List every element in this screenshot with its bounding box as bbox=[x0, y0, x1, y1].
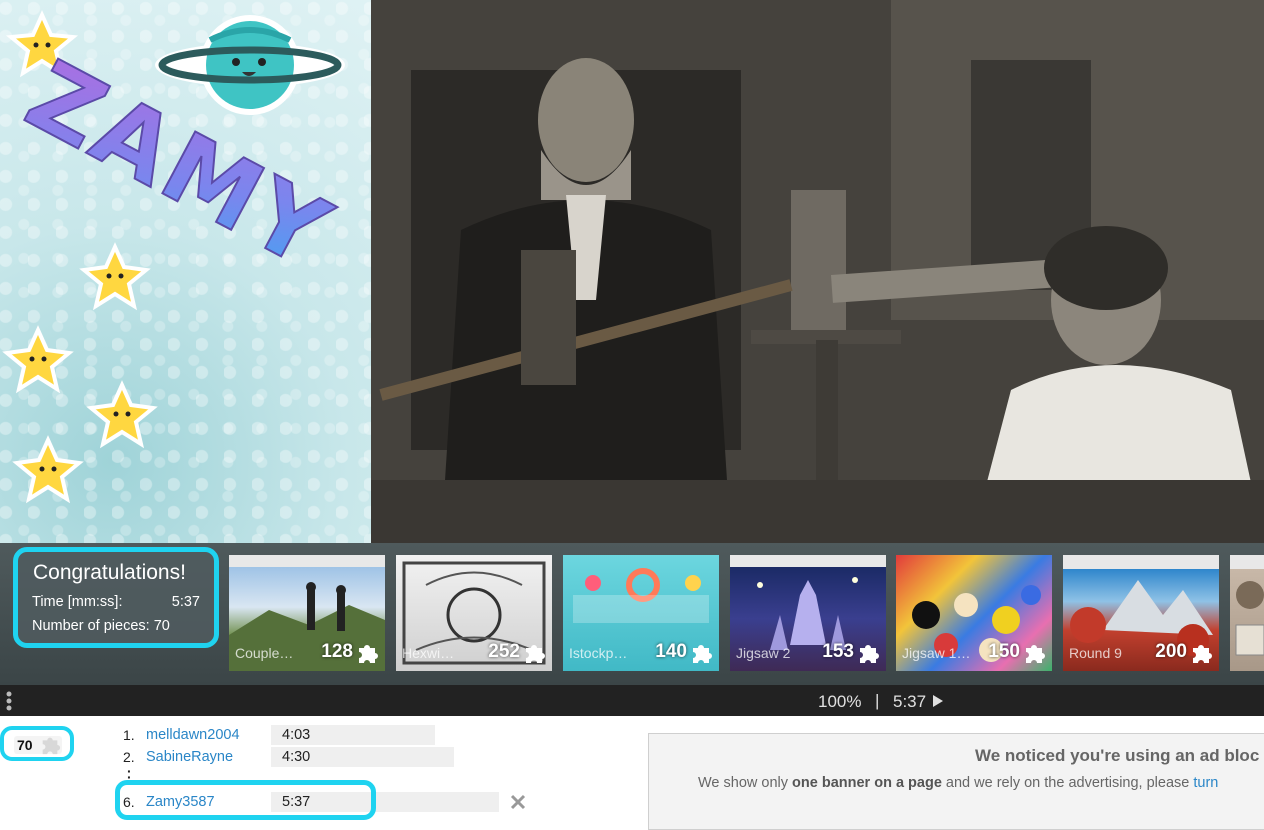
leaderboard-time: 4:03 bbox=[282, 727, 311, 743]
leaderboard-time: 4:30 bbox=[282, 749, 311, 765]
gallery-thumbnail-label: Istockp… bbox=[569, 645, 628, 661]
puzzle-piece-icon bbox=[860, 645, 879, 663]
control-separator: | bbox=[875, 691, 880, 710]
adblock-text-part: and we rely on the advertising, please bbox=[941, 775, 1194, 791]
gallery-thumbnail-partial[interactable] bbox=[1230, 555, 1264, 671]
puzzle-photo-illustration bbox=[371, 0, 1264, 543]
current-player-highlight bbox=[115, 780, 376, 820]
congratulations-title: Congratulations! bbox=[33, 561, 186, 584]
gallery-thumbnail-piece-count: 252 bbox=[488, 641, 520, 662]
gallery-thumbnail-piece-count: 150 bbox=[988, 641, 1020, 662]
time-label: Time [mm:ss]: bbox=[32, 594, 123, 610]
leaderboard-rank: 1. bbox=[123, 727, 135, 743]
gallery-thumbnail[interactable]: Round 9 200 bbox=[1063, 555, 1219, 671]
adblock-notice-text: We show only one banner on a page and we… bbox=[698, 775, 1218, 791]
pieces-count-inner: 70 bbox=[14, 736, 62, 755]
pieces-count: 70 bbox=[17, 737, 33, 753]
gallery-thumbnail-label: Jigsaw 2 bbox=[736, 645, 791, 661]
puzzle-piece-icon bbox=[42, 737, 61, 755]
leaderboard-gap-dots: · · bbox=[127, 763, 132, 785]
pieces-label: Number of pieces: 70 bbox=[32, 618, 170, 634]
gallery-thumbnail[interactable]: Jigsaw 1… 150 bbox=[896, 555, 1052, 671]
planet-icon bbox=[155, 15, 345, 115]
gallery-thumbnail-piece-count: 153 bbox=[822, 641, 854, 662]
congratulations-panel: Congratulations! Time [mm:ss]: 5:37 Numb… bbox=[13, 547, 219, 648]
gallery-thumbnail[interactable]: Istockp… 140 bbox=[563, 555, 719, 671]
gallery-thumbnail-label: Jigsaw 1… bbox=[902, 645, 971, 661]
menu-dots-icon[interactable] bbox=[4, 689, 14, 713]
star-icon bbox=[2, 325, 74, 394]
gallery-thumbnail-label: Hexwi… bbox=[402, 645, 455, 661]
leaderboard-player-name[interactable]: SabineRayne bbox=[146, 749, 233, 765]
star-icon bbox=[86, 380, 158, 449]
gallery-thumbnail-piece-count: 128 bbox=[321, 641, 353, 662]
puzzle-piece-icon bbox=[1193, 645, 1212, 663]
puzzle-piece-icon bbox=[1026, 645, 1045, 663]
pieces-label-text: Number of pieces: bbox=[32, 618, 150, 634]
zamy-logo-panel: ZAMY bbox=[0, 0, 371, 543]
gallery-thumbnail-piece-count: 200 bbox=[1155, 641, 1187, 662]
completed-puzzle-image bbox=[371, 0, 1264, 543]
elapsed-timer: 5:37 bbox=[893, 692, 927, 711]
play-icon[interactable] bbox=[933, 695, 943, 707]
time-value: 5:37 bbox=[171, 594, 200, 610]
puzzle-piece-icon bbox=[359, 645, 378, 663]
gallery-thumbnail-label: Round 9 bbox=[1069, 645, 1122, 661]
pieces-value: 70 bbox=[153, 618, 170, 634]
adblock-notice: We noticed you're using an ad bloc We sh… bbox=[648, 733, 1264, 830]
gallery-thumbnail[interactable]: Hexwi… 252 bbox=[396, 555, 552, 671]
star-icon bbox=[12, 435, 84, 504]
adblock-notice-title: We noticed you're using an ad bloc bbox=[975, 746, 1260, 765]
adblock-text-bold: one banner on a page bbox=[792, 775, 942, 791]
adblock-text-part: We show only bbox=[698, 775, 793, 791]
zoom-level[interactable]: 100% bbox=[818, 692, 861, 712]
pieces-count-badge: 70 bbox=[0, 726, 74, 761]
puzzle-piece-icon bbox=[693, 645, 712, 663]
gallery-thumbnail[interactable]: Couple… 128 bbox=[229, 555, 385, 671]
star-icon bbox=[79, 242, 151, 311]
gallery-thumbnail-piece-count: 140 bbox=[655, 641, 687, 662]
thumbnail-picture bbox=[1235, 581, 1264, 656]
close-icon[interactable] bbox=[510, 794, 526, 810]
zamy-logo-artwork: ZAMY bbox=[2, 10, 350, 504]
puzzle-control-bar: 100% | 5:37 bbox=[0, 685, 1264, 716]
puzzle-piece-icon bbox=[526, 645, 545, 663]
adblock-turn-off-link[interactable]: turn bbox=[1193, 775, 1218, 791]
gallery-thumbnail[interactable]: Jigsaw 2 153 bbox=[730, 555, 886, 671]
leaderboard-player-name[interactable]: melldawn2004 bbox=[146, 727, 240, 743]
gallery-thumbnail-label: Couple… bbox=[235, 645, 294, 661]
